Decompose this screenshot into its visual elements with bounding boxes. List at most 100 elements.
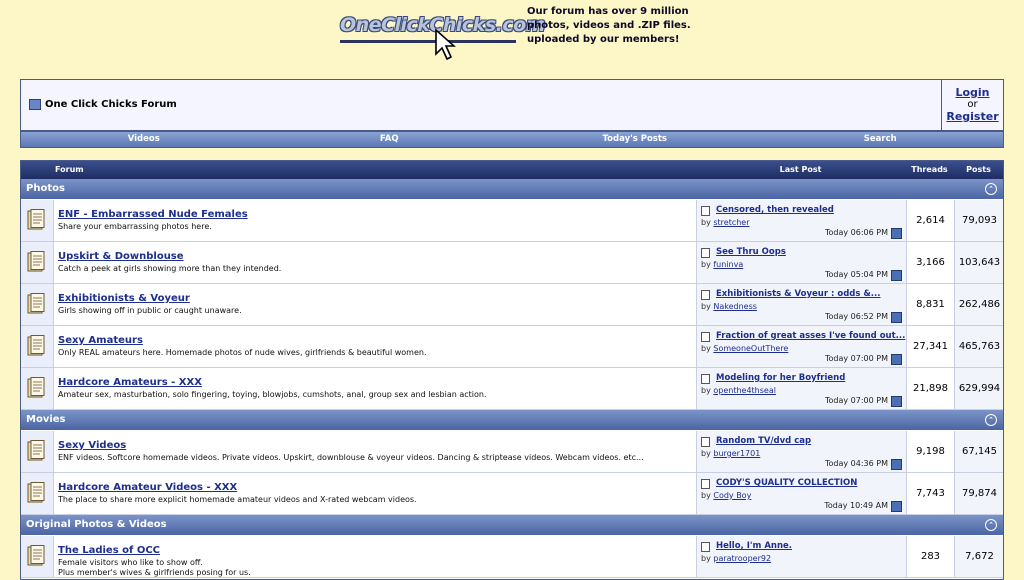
forum-info: Sexy Amateurs Only REAL amateurs here. Ho…	[54, 326, 695, 367]
last-post-user-link[interactable]: Cody Boy	[713, 491, 751, 500]
category-header[interactable]: Original Photos & Videos ⌃	[21, 515, 1003, 535]
goto-last-post-icon[interactable]	[891, 396, 902, 407]
thread-count: 2,614	[906, 200, 954, 241]
forum-info: The Ladies of OCC Female visitors who lik…	[54, 536, 695, 577]
last-post-time: Today 05:04 PM	[824, 270, 888, 279]
last-post-title-link[interactable]: Modeling for her Boyfriend	[716, 373, 845, 383]
forum-icon-cell	[21, 536, 54, 577]
post-icon	[701, 332, 710, 342]
last-post-user-link[interactable]: paratrooper92	[713, 554, 771, 563]
forum-icon-cell	[21, 473, 54, 514]
collapse-icon[interactable]: ⌃	[985, 519, 997, 531]
last-post-time: Today 04:36 PM	[824, 459, 888, 468]
last-post-author: by Nakedness	[701, 302, 757, 311]
last-post-time: Today 10:49 AM	[824, 501, 888, 510]
goto-last-post-icon[interactable]	[891, 354, 902, 365]
nav-todays-posts[interactable]: Today's Posts	[512, 132, 758, 147]
forum-folder-icon	[27, 545, 45, 566]
forum-title-link[interactable]: Exhibitionists & Voyeur	[58, 293, 190, 304]
last-post-title-link[interactable]: Exhibitionists & Voyeur : odds &...	[716, 289, 881, 299]
last-post-cell: Modeling for her Boyfriend by openthe4ths…	[696, 368, 906, 409]
goto-last-post-icon[interactable]	[891, 501, 902, 512]
last-post-cell: Hello, I'm Anne. by paratrooper92	[696, 536, 906, 577]
forum-description: The place to share more explicit homemad…	[58, 495, 417, 504]
post-icon	[701, 206, 710, 216]
last-post-user-link[interactable]: stretcher	[713, 218, 749, 227]
goto-last-post-icon[interactable]	[891, 270, 902, 281]
last-post-title-link[interactable]: Random TV/dvd cap	[716, 436, 811, 446]
forum-row: Exhibitionists & Voyeur Girls showing off…	[21, 284, 1003, 326]
last-post-title-link[interactable]: Hello, I'm Anne.	[716, 541, 792, 551]
last-post-cell: Random TV/dvd cap by burger1701 Today 04:3…	[696, 431, 906, 472]
forum-icon-cell	[21, 200, 54, 241]
post-icon	[701, 248, 710, 258]
last-post-time: Today 07:00 PM	[824, 396, 888, 405]
forum-info: Sexy Videos ENF videos. Softcore homemade…	[54, 431, 695, 472]
header-threads: Threads	[911, 165, 948, 174]
thread-count: 27,341	[906, 326, 954, 367]
last-post-time: Today 06:06 PM	[824, 228, 888, 237]
post-count: 79,874	[954, 473, 1003, 514]
last-post-user-link[interactable]: burger1701	[713, 449, 760, 458]
post-count: 629,994	[954, 368, 1003, 409]
forum-title-link[interactable]: ENF - Embarrassed Nude Females	[58, 209, 248, 220]
home-icon	[29, 99, 41, 110]
post-icon	[701, 542, 710, 552]
forum-folder-icon	[27, 293, 45, 314]
goto-last-post-icon[interactable]	[891, 228, 902, 239]
forum-row: ENF - Embarrassed Nude Females Share your…	[21, 200, 1003, 242]
register-link[interactable]: Register	[942, 111, 1003, 123]
category-name: Movies	[26, 414, 66, 425]
forum-home-link[interactable]: One Click Chicks Forum	[29, 99, 177, 110]
last-post-title-link[interactable]: CODY'S QUALITY COLLECTION	[716, 478, 857, 488]
nav-search[interactable]: Search	[758, 132, 1004, 147]
forum-info: Upskirt & Downblouse Catch a peek at girl…	[54, 242, 695, 283]
category-name: Original Photos & Videos	[26, 519, 167, 530]
forum-title-link[interactable]: Hardcore Amateur Videos - XXX	[58, 482, 237, 493]
collapse-icon[interactable]: ⌃	[985, 183, 997, 195]
last-post-author: by funinva	[701, 260, 743, 269]
goto-last-post-icon[interactable]	[891, 312, 902, 323]
last-post-title-link[interactable]: See Thru Oops	[716, 247, 786, 257]
forum-title-link[interactable]: The Ladies of OCC	[58, 545, 160, 556]
post-count: 7,672	[954, 536, 1003, 577]
nav-faq[interactable]: FAQ	[267, 132, 513, 147]
last-post-user-link[interactable]: openthe4thseal	[713, 386, 776, 395]
last-post-author: by burger1701	[701, 449, 760, 458]
post-count: 262,486	[954, 284, 1003, 325]
nav-videos[interactable]: Videos	[21, 132, 267, 147]
collapse-icon[interactable]: ⌃	[985, 414, 997, 426]
forum-icon-cell	[21, 431, 54, 472]
forum-title-link[interactable]: Sexy Amateurs	[58, 335, 143, 346]
last-post-author: by SomeoneOutThere	[701, 344, 788, 353]
category-header[interactable]: Photos ⌃	[21, 179, 1003, 199]
last-post-cell: Exhibitionists & Voyeur : odds &... by Na…	[696, 284, 906, 325]
category-header[interactable]: Movies ⌃	[21, 410, 1003, 430]
thread-count: 8,831	[906, 284, 954, 325]
forum-title-link[interactable]: Hardcore Amateurs - XXX	[58, 377, 202, 388]
thread-count: 21,898	[906, 368, 954, 409]
forum-title-link[interactable]: Sexy Videos	[58, 440, 126, 451]
by-label: by	[701, 260, 711, 269]
last-post-title-link[interactable]: Fraction of great asses I've found out..…	[716, 331, 905, 341]
goto-last-post-icon[interactable]	[891, 459, 902, 470]
forum-row: Hardcore Amateurs - XXX Amateur sex, mast…	[21, 368, 1003, 410]
cursor-icon	[435, 28, 456, 61]
forum-folder-icon	[27, 377, 45, 398]
login-link[interactable]: Login	[942, 87, 1003, 99]
last-post-title-link[interactable]: Censored, then revealed	[716, 205, 834, 215]
forum-icon-cell	[21, 326, 54, 367]
forum-title-link[interactable]: Upskirt & Downblouse	[58, 251, 184, 262]
forum-description: Share your embarrassing photos here.	[58, 222, 212, 231]
last-post-user-link[interactable]: Nakedness	[713, 302, 757, 311]
thread-count: 9,198	[906, 431, 954, 472]
by-label: by	[701, 344, 711, 353]
last-post-time: Today 07:00 PM	[824, 354, 888, 363]
forum-folder-icon	[27, 209, 45, 230]
header-forum: Forum	[55, 165, 84, 174]
forum-info: Hardcore Amateur Videos - XXX The place t…	[54, 473, 695, 514]
site-logo[interactable]: OneClickChicks.com	[338, 10, 545, 62]
post-count: 67,145	[954, 431, 1003, 472]
last-post-user-link[interactable]: SomeoneOutThere	[713, 344, 788, 353]
last-post-user-link[interactable]: funinva	[713, 260, 743, 269]
